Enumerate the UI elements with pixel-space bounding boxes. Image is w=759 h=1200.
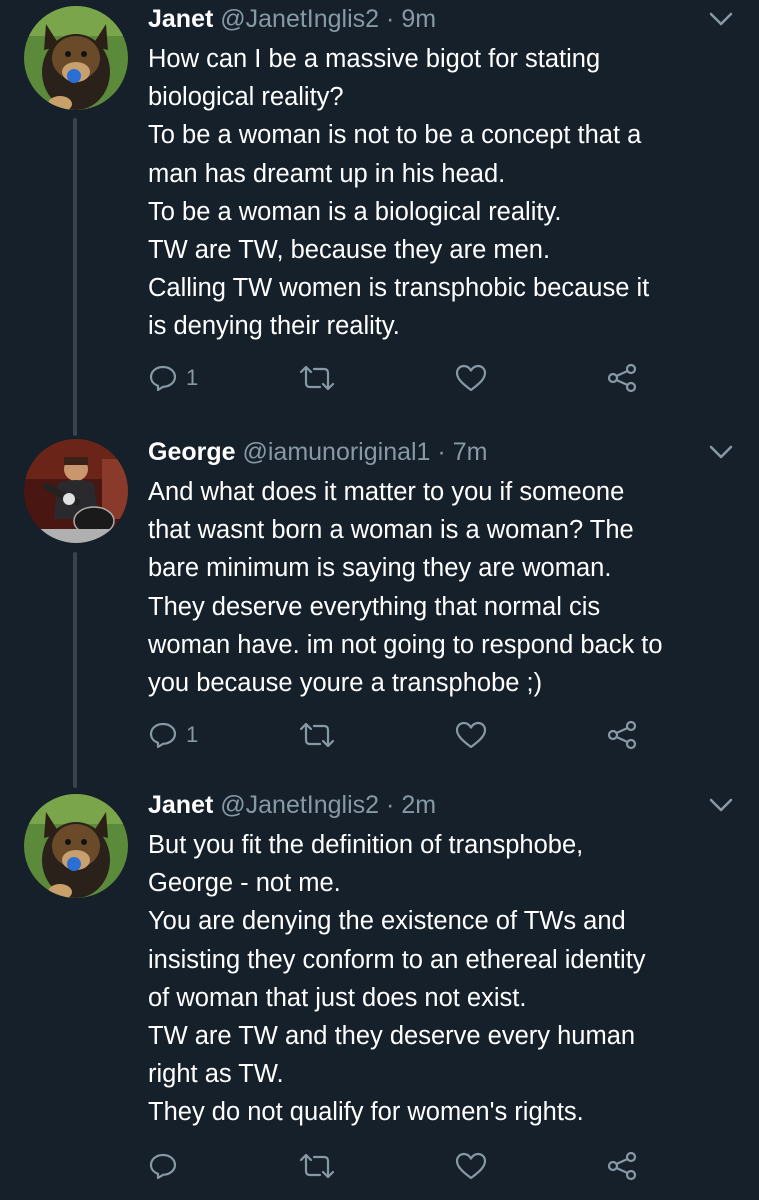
like-icon: [455, 364, 487, 392]
text-line: man has dreamt up in his head.: [148, 159, 506, 188]
reply-button[interactable]: [148, 1146, 186, 1186]
text-line: is denying their reality.: [148, 312, 400, 341]
timestamp[interactable]: 7m: [453, 438, 488, 466]
like-button[interactable]: [454, 1146, 488, 1186]
share-button[interactable]: [606, 715, 638, 755]
user-handle[interactable]: @JanetInglis2: [220, 5, 379, 33]
avatar[interactable]: [24, 439, 128, 543]
like-icon: [455, 721, 487, 749]
chevron-down-icon[interactable]: [707, 441, 735, 463]
guitarist-avatar-image: [24, 439, 128, 543]
text-line: And what does it matter to you if someon…: [148, 478, 625, 506]
tweet-text: How can I be a massive bigot for stating…: [148, 40, 748, 346]
text-line: you because youre a transphobe ;): [148, 669, 543, 698]
text-line: right as TW.: [148, 1060, 284, 1089]
tweet-actions: 1: [148, 715, 688, 755]
like-button[interactable]: [454, 715, 488, 755]
avatar[interactable]: [24, 6, 128, 110]
thread-line: [73, 552, 77, 788]
text-line: insisting they conform to an ethereal id…: [148, 945, 646, 974]
tweet-header: Janet @JanetInglis2 · 9m: [148, 2, 436, 36]
text-line: TW are TW and they deserve every human: [148, 1022, 636, 1051]
retweet-button[interactable]: [299, 358, 335, 398]
reply-icon: [149, 1153, 177, 1180]
tweet-text: But you fit the definition of transphobe…: [148, 826, 748, 1132]
share-icon: [607, 720, 637, 750]
dog-avatar-image: [24, 6, 128, 110]
text-line: TW are TW, because they are men.: [148, 236, 551, 265]
text-line: woman have. im not going to respond back…: [148, 630, 663, 659]
reply-count: 1: [186, 722, 199, 747]
display-name[interactable]: Janet: [148, 5, 213, 33]
retweet-button[interactable]: [299, 715, 335, 755]
reply-icon: [149, 722, 177, 749]
reply-button[interactable]: 1: [148, 715, 198, 755]
retweet-icon: [299, 365, 335, 391]
text-line: They deserve everything that normal cis: [148, 592, 601, 621]
text-line: of woman that just does not exist.: [148, 983, 527, 1012]
retweet-icon: [299, 722, 335, 748]
tweet-header: Janet @JanetInglis2 · 2m: [148, 788, 436, 822]
text-line: They do not qualify for women's rights.: [148, 1098, 584, 1127]
dog-avatar-image: [24, 794, 128, 898]
reply-button[interactable]: 1: [148, 358, 198, 398]
share-icon: [607, 363, 637, 393]
separator: ·: [386, 791, 395, 819]
user-handle[interactable]: @iamunoriginal1: [242, 438, 430, 466]
reply-count: 1: [186, 365, 199, 390]
user-handle[interactable]: @JanetInglis2: [220, 791, 379, 819]
tweet-actions: [148, 1146, 688, 1186]
thread-line: [73, 118, 77, 436]
text-line: Calling TW women is transphobic because …: [148, 274, 650, 303]
separator: ·: [386, 5, 395, 33]
text-line: bare minimum is saying they are woman.: [148, 554, 612, 583]
share-button[interactable]: [606, 1146, 638, 1186]
text-line: George - not me.: [148, 869, 341, 898]
chevron-down-icon[interactable]: [707, 8, 735, 30]
text-line: that wasnt born a woman is a woman? The: [148, 516, 634, 545]
text-line: biological reality?: [148, 83, 344, 112]
tweet-actions: 1: [148, 358, 688, 398]
text-line: But you fit the definition of transphobe…: [148, 831, 584, 859]
tweet-header: George @iamunoriginal1 · 7m: [148, 435, 487, 469]
display-name[interactable]: Janet: [148, 791, 213, 819]
reply-icon: [149, 365, 177, 392]
share-icon: [607, 1151, 637, 1181]
text-line: To be a woman is a biological reality.: [148, 197, 562, 226]
display-name[interactable]: George: [148, 438, 236, 466]
retweet-icon: [299, 1153, 335, 1179]
avatar[interactable]: [24, 794, 128, 898]
timestamp[interactable]: 2m: [401, 791, 436, 819]
text-line: To be a woman is not to be a concept tha…: [148, 121, 642, 150]
text-line: You are denying the existence of TWs and: [148, 907, 626, 936]
retweet-button[interactable]: [299, 1146, 335, 1186]
like-icon: [455, 1152, 487, 1180]
timestamp[interactable]: 9m: [401, 5, 436, 33]
separator: ·: [437, 438, 446, 466]
share-button[interactable]: [606, 358, 638, 398]
tweet-text: And what does it matter to you if someon…: [148, 473, 748, 702]
chevron-down-icon[interactable]: [707, 794, 735, 816]
like-button[interactable]: [454, 358, 488, 398]
text-line: How can I be a massive bigot for stating: [148, 45, 601, 73]
